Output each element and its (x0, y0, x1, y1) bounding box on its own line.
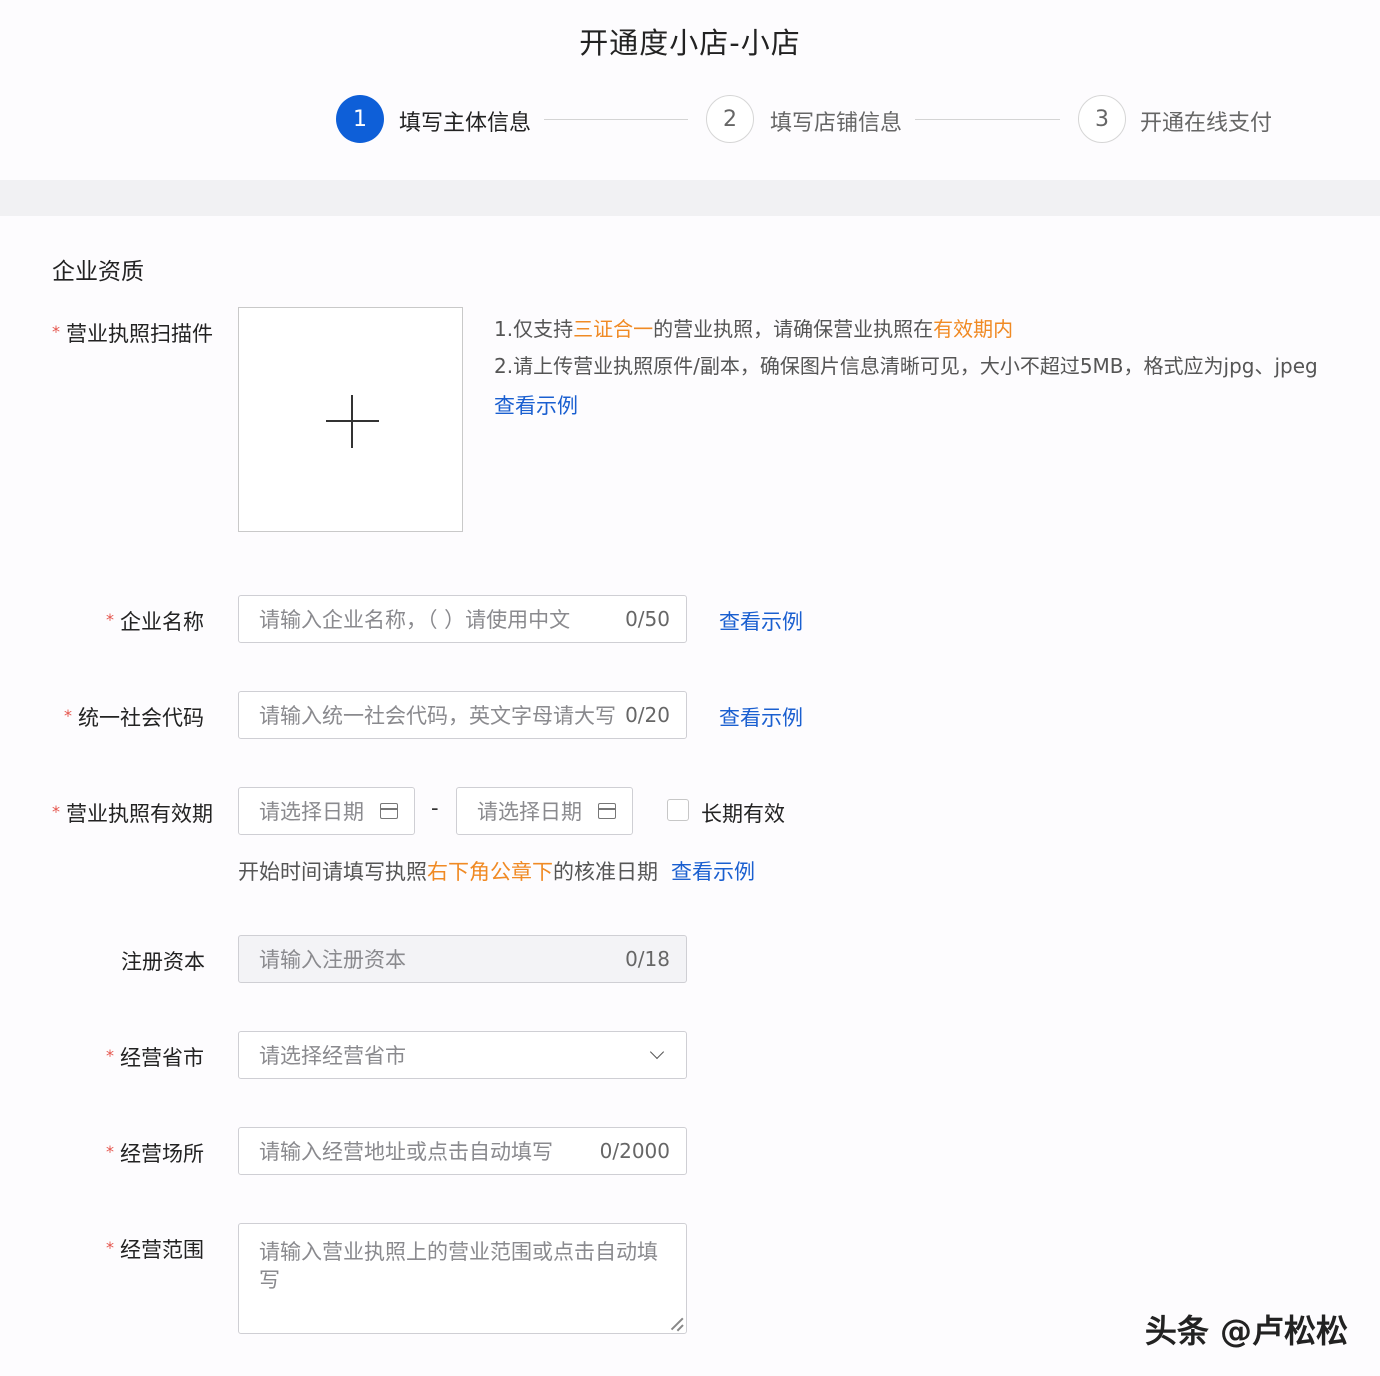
registered-capital-label: 注册资本 (121, 950, 205, 974)
company-name-count: 0/50 (625, 607, 670, 631)
step-2-number: 2 (706, 95, 754, 143)
section-divider (0, 180, 1380, 216)
step-3-number: 3 (1078, 95, 1126, 143)
step-2-label: 填写店铺信息 (770, 111, 903, 136)
company-name-label: * 企业名称 (106, 610, 204, 634)
business-place-input[interactable]: 请输入经营地址或点击自动填写 0/2000 (238, 1127, 687, 1175)
license-tip-2: 2.请上传营业执照原件/副本，确保图片信息清晰可见，大小不超过5MB，格式应为j… (494, 354, 1318, 378)
required-mark: * (52, 322, 60, 341)
license-tip-1: 1.仅支持三证合一的营业执照，请确保营业执照在有效期内 (494, 317, 1014, 341)
validity-example-link[interactable]: 查看示例 (671, 856, 755, 886)
validity-label: * 营业执照有效期 (52, 802, 213, 826)
chevron-down-icon (649, 1044, 665, 1060)
business-scope-label: * 经营范围 (106, 1238, 204, 1262)
step-1-number: 1 (336, 95, 384, 143)
validity-hint: 开始时间请填写执照右下角公章下的核准日期 (238, 860, 658, 884)
calendar-icon (380, 803, 398, 819)
province-city-label: * 经营省市 (106, 1046, 204, 1070)
registered-capital-count: 0/18 (625, 947, 670, 971)
step-3-label: 开通在线支付 (1140, 111, 1273, 136)
credit-code-example-link[interactable]: 查看示例 (719, 702, 803, 732)
end-date-picker[interactable]: 请选择日期 (456, 787, 633, 835)
license-example-link[interactable]: 查看示例 (494, 390, 578, 420)
start-date-picker[interactable]: 请选择日期 (238, 787, 415, 835)
credit-code-label: * 统一社会代码 (64, 706, 204, 730)
registered-capital-input[interactable]: 请输入注册资本 0/18 (238, 935, 687, 983)
long-term-label: 长期有效 (701, 802, 785, 826)
watermark: 头条 @卢松松 (1144, 1312, 1348, 1350)
plus-icon (351, 395, 353, 448)
business-place-count: 0/2000 (599, 1139, 670, 1163)
date-separator: - (431, 796, 439, 820)
credit-code-placeholder: 请输入统一社会代码，英文字母请大写 (259, 704, 616, 728)
business-place-label: * 经营场所 (106, 1142, 204, 1166)
credit-code-input[interactable]: 请输入统一社会代码，英文字母请大写 0/20 (238, 691, 687, 739)
step-1-label: 填写主体信息 (399, 111, 532, 136)
page-title: 开通度小店-小店 (579, 26, 801, 60)
section-title: 企业资质 (52, 259, 144, 285)
calendar-icon (598, 803, 616, 819)
company-name-placeholder: 请输入企业名称，（ ）请使用中文 (259, 608, 571, 632)
resize-handle[interactable] (669, 1316, 683, 1330)
license-scan-label: * 营业执照扫描件 (52, 322, 213, 346)
company-name-example-link[interactable]: 查看示例 (719, 606, 803, 636)
company-name-input[interactable]: 请输入企业名称，（ ）请使用中文 0/50 (238, 595, 687, 643)
long-term-checkbox[interactable] (667, 799, 689, 821)
stepper: 1 填写主体信息 2 填写店铺信息 3 开通在线支付 (0, 95, 1380, 145)
business-scope-textarea[interactable]: 请输入营业执照上的营业范围或点击自动填写 (238, 1223, 687, 1334)
province-city-select[interactable]: 请选择经营省市 (238, 1031, 687, 1079)
step-connector (915, 119, 1060, 120)
step-connector (544, 119, 688, 120)
license-upload-box[interactable] (238, 307, 463, 532)
credit-code-count: 0/20 (625, 703, 670, 727)
